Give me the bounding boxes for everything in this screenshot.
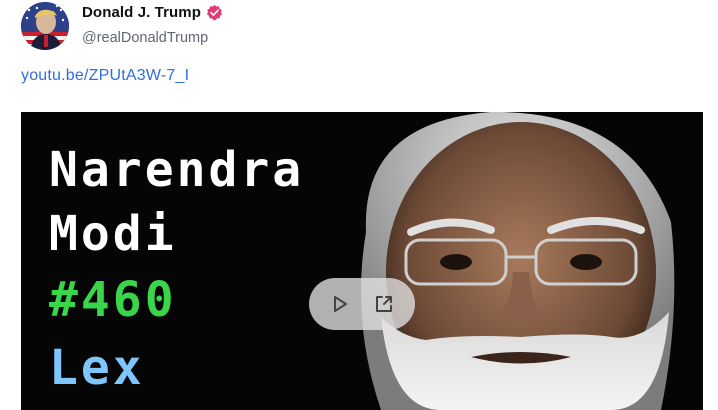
open-external-button[interactable]	[371, 291, 397, 317]
video-title-line1: Narendra	[49, 142, 305, 198]
video-thumbnail[interactable]: Narendra Modi #460 Lex	[21, 112, 703, 410]
play-button[interactable]	[327, 291, 353, 317]
host-name: Lex	[49, 340, 145, 396]
video-title-line2: Modi	[49, 206, 177, 262]
author-handle[interactable]: @realDonaldTrump	[82, 30, 208, 46]
play-icon	[334, 296, 347, 312]
post-header: Donald J. Trump @realDonaldTrump	[0, 0, 718, 60]
author-name[interactable]: Donald J. Trump	[82, 4, 201, 21]
episode-number: #460	[49, 272, 177, 328]
verified-badge-icon	[206, 4, 223, 21]
video-controls	[309, 278, 415, 330]
external-link-icon	[376, 296, 392, 312]
avatar[interactable]	[21, 2, 69, 50]
post-link[interactable]: youtu.be/ZPUtA3W-7_I	[21, 67, 189, 85]
